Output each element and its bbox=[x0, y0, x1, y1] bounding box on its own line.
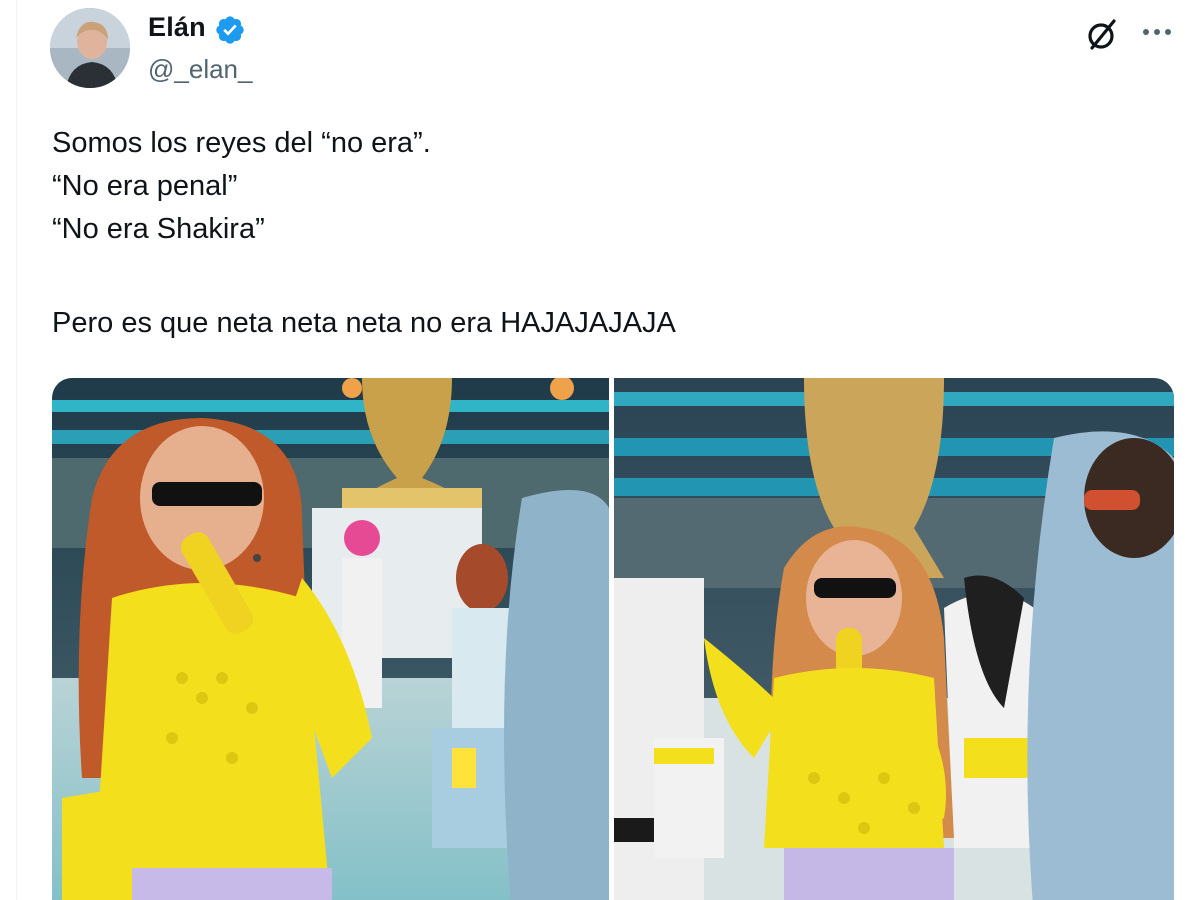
author-name[interactable]: Elán bbox=[148, 12, 206, 43]
grok-slash-icon[interactable] bbox=[1082, 14, 1122, 54]
verified-badge-icon bbox=[216, 16, 244, 44]
tweet-line: Somos los reyes del “no era”. bbox=[52, 127, 431, 159]
author-avatar[interactable] bbox=[50, 8, 130, 88]
tweet-line: Pero es que neta neta neta no era HAJAJA… bbox=[52, 307, 676, 339]
author-handle[interactable]: @_elan_ bbox=[148, 54, 252, 85]
media-image-right[interactable] bbox=[614, 378, 1174, 900]
tweet-line: “No era Shakira” bbox=[52, 213, 265, 245]
tweet-line: “No era penal” bbox=[52, 170, 238, 202]
tweet-media-grid[interactable] bbox=[52, 378, 1174, 900]
media-image-left[interactable] bbox=[52, 378, 609, 900]
tweet-text: Somos los reyes del “no era”. “No era pe… bbox=[52, 122, 1162, 345]
timeline-divider bbox=[16, 0, 17, 900]
more-horizontal-icon[interactable] bbox=[1140, 20, 1174, 44]
